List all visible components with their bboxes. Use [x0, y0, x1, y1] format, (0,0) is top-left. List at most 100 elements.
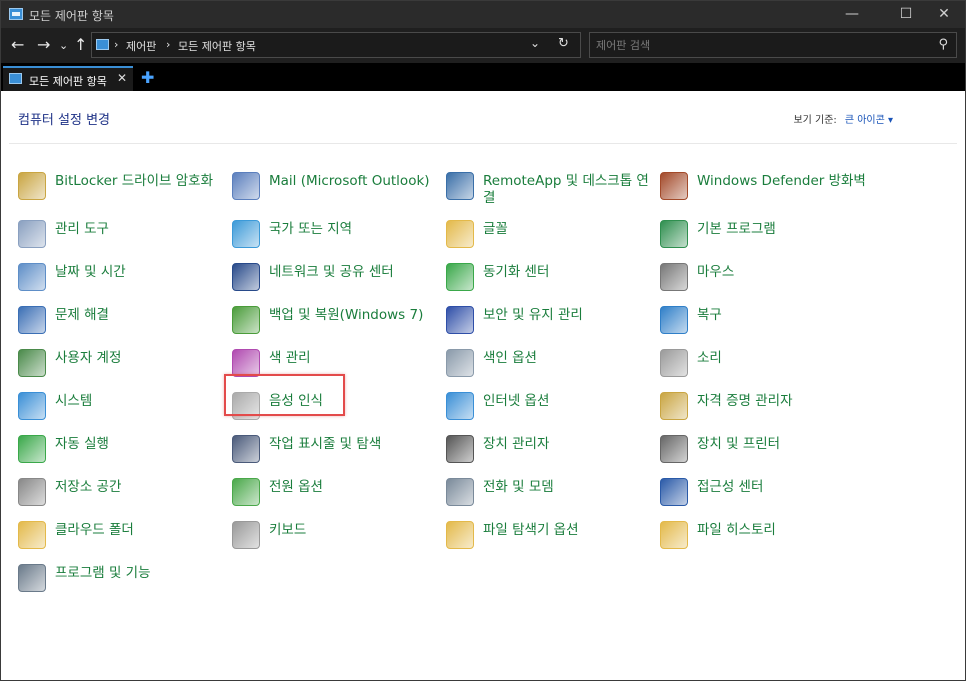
control-panel-icon: [96, 39, 109, 50]
window-title: 모든 제어판 항목: [29, 9, 114, 23]
minimize-button[interactable]: —: [829, 1, 875, 28]
control-panel-icon: [9, 73, 22, 84]
control-panel-item-label: 백업 및 복원(Windows 7): [269, 307, 424, 323]
address-dropdown-icon[interactable]: ⌄: [530, 36, 540, 50]
control-panel-item[interactable]: 저장소 공간: [18, 474, 228, 512]
address-bar[interactable]: › 제어판 › 모든 제어판 항목 ⌄ ↻: [91, 32, 581, 58]
refresh-icon[interactable]: ↻: [558, 36, 569, 51]
power-options-icon: [232, 478, 260, 506]
control-panel-item[interactable]: 프로그램 및 기능: [18, 560, 228, 598]
control-panel-item[interactable]: Mail (Microsoft Outlook): [232, 168, 442, 206]
control-panel-item[interactable]: 접근성 센터: [660, 474, 870, 512]
control-panel-item-label: 동기화 센터: [483, 264, 550, 280]
view-by-label: 보기 기준:: [793, 115, 837, 126]
taskbar-icon: [232, 435, 260, 463]
file-history-icon: [660, 521, 688, 549]
control-panel-item[interactable]: 색인 옵션: [446, 345, 656, 383]
recent-locations-button[interactable]: ⌄: [59, 37, 68, 55]
control-panel-item[interactable]: 백업 및 복원(Windows 7): [232, 302, 442, 340]
control-panel-item[interactable]: 키보드: [232, 517, 442, 555]
control-panel-item[interactable]: 글꼴: [446, 216, 656, 254]
indexing-icon: [446, 349, 474, 377]
control-panel-item[interactable]: 문제 해결: [18, 302, 228, 340]
control-panel-item[interactable]: 전원 옵션: [232, 474, 442, 512]
control-panel-item-label: RemoteApp 및 데스크톱 연결: [483, 173, 649, 206]
admin-tools-icon: [18, 220, 46, 248]
forward-button[interactable]: →: [37, 36, 50, 54]
backup-icon: [232, 306, 260, 334]
default-programs-icon: [660, 220, 688, 248]
control-panel-item[interactable]: Windows Defender 방화벽: [660, 168, 870, 206]
control-panel-item-label: 인터넷 옵션: [483, 393, 550, 409]
tab-close-icon[interactable]: ✕: [117, 71, 127, 85]
control-panel-item-label: 자동 실행: [55, 436, 109, 452]
accessibility-icon: [660, 478, 688, 506]
control-panel-item[interactable]: 작업 표시줄 및 탐색: [232, 431, 442, 469]
control-panel-item-label: 네트워크 및 공유 센터: [269, 264, 394, 280]
sync-icon: [446, 263, 474, 291]
system-icon: [18, 392, 46, 420]
control-panel-item-label: 문제 해결: [55, 307, 109, 323]
control-panel-item-label: 사용자 계정: [55, 350, 122, 366]
printer-icon: [660, 435, 688, 463]
speaker-icon: [660, 349, 688, 377]
control-panel-item[interactable]: 클라우드 폴더: [18, 517, 228, 555]
bitlocker-icon: [18, 172, 46, 200]
up-button[interactable]: ↑: [74, 36, 87, 54]
tab-label: 모든 제어판 항목: [29, 75, 107, 88]
control-panel-item[interactable]: 전화 및 모뎀: [446, 474, 656, 512]
control-panel-item-label: 소리: [697, 350, 722, 366]
control-panel-icon: [9, 8, 23, 20]
search-box[interactable]: ⚲: [589, 32, 957, 58]
folder-options-icon: [446, 521, 474, 549]
control-panel-item-label: 자격 증명 관리자: [697, 393, 793, 409]
control-panel-item-label: 기본 프로그램: [697, 221, 776, 237]
title-bar: 모든 제어판 항목 — ☐ ✕: [1, 1, 965, 28]
control-panel-item[interactable]: 마우스: [660, 259, 870, 297]
remoteapp-icon: [446, 172, 474, 200]
breadcrumb-separator: ›: [166, 38, 171, 51]
search-input[interactable]: [596, 37, 926, 53]
control-panel-item[interactable]: 소리: [660, 345, 870, 383]
phone-modem-icon: [446, 478, 474, 506]
recovery-icon: [660, 306, 688, 334]
control-panel-item[interactable]: BitLocker 드라이브 암호화: [18, 168, 228, 206]
control-panel-item[interactable]: 파일 탐색기 옵션: [446, 517, 656, 555]
control-panel-item[interactable]: 동기화 센터: [446, 259, 656, 297]
new-tab-icon[interactable]: ✚: [141, 68, 154, 87]
control-panel-item[interactable]: 장치 관리자: [446, 431, 656, 469]
control-panel-item-label: 저장소 공간: [55, 479, 122, 495]
control-panel-item[interactable]: 관리 도구: [18, 216, 228, 254]
control-panel-item[interactable]: 인터넷 옵션: [446, 388, 656, 426]
control-panel-item[interactable]: 날짜 및 시간: [18, 259, 228, 297]
control-panel-item[interactable]: 파일 히스토리: [660, 517, 870, 555]
control-panel-item[interactable]: 자격 증명 관리자: [660, 388, 870, 426]
tab-all-control-panel-items[interactable]: 모든 제어판 항목 ✕: [3, 66, 133, 91]
programs-features-icon: [18, 564, 46, 592]
view-by-dropdown[interactable]: 큰 아이콘 ▾: [845, 115, 893, 126]
network-icon: [232, 263, 260, 291]
breadcrumb-all-items[interactable]: 모든 제어판 항목: [178, 38, 256, 54]
control-panel-item[interactable]: 자동 실행: [18, 431, 228, 469]
control-panel-item-label: 국가 또는 지역: [269, 221, 353, 237]
divider: [9, 143, 957, 144]
control-panel-item[interactable]: 사용자 계정: [18, 345, 228, 383]
autoplay-icon: [18, 435, 46, 463]
control-panel-item-label: 글꼴: [483, 221, 508, 237]
control-panel-item[interactable]: 국가 또는 지역: [232, 216, 442, 254]
control-panel-item[interactable]: 기본 프로그램: [660, 216, 870, 254]
control-panel-item-label: 보안 및 유지 관리: [483, 307, 583, 323]
breadcrumb-control-panel[interactable]: 제어판: [126, 38, 156, 54]
control-panel-item[interactable]: 장치 및 프린터: [660, 431, 870, 469]
back-button[interactable]: ←: [11, 36, 24, 54]
control-panel-item-label: 전원 옵션: [269, 479, 323, 495]
control-panel-item[interactable]: 네트워크 및 공유 센터: [232, 259, 442, 297]
search-icon[interactable]: ⚲: [938, 37, 948, 52]
mouse-icon: [660, 263, 688, 291]
control-panel-item[interactable]: RemoteApp 및 데스크톱 연결: [446, 168, 656, 206]
control-panel-item[interactable]: 보안 및 유지 관리: [446, 302, 656, 340]
control-panel-item[interactable]: 시스템: [18, 388, 228, 426]
control-panel-item[interactable]: 복구: [660, 302, 870, 340]
close-button[interactable]: ✕: [921, 1, 966, 28]
control-panel-item-label: 전화 및 모뎀: [483, 479, 554, 495]
